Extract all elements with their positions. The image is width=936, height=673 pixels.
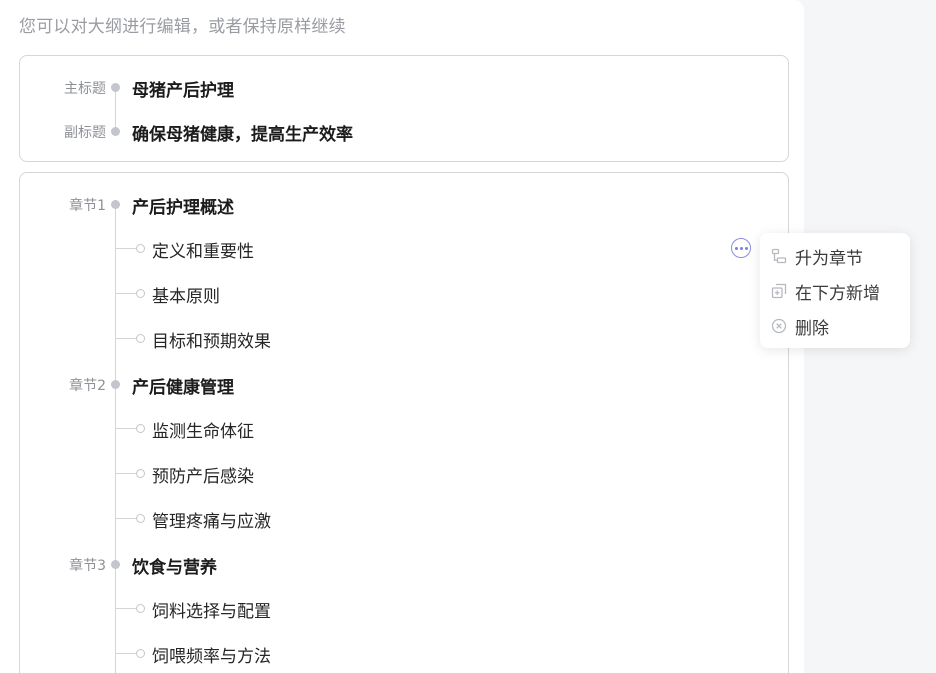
section-title[interactable]: 基本原则: [152, 282, 220, 307]
branch-line: [116, 338, 136, 339]
section-dot: [136, 424, 145, 433]
section-dot: [136, 604, 145, 613]
chapter-title[interactable]: 产后护理概述: [132, 193, 234, 218]
promote-label: 升为章节: [795, 248, 863, 269]
promote-to-chapter-item[interactable]: 升为章节: [770, 241, 863, 271]
main-title-dot: [111, 83, 120, 92]
section-title[interactable]: 监测生命体征: [152, 417, 254, 442]
section-dot: [136, 289, 145, 298]
chapter-dot: [111, 380, 120, 389]
promote-icon: [770, 247, 788, 265]
add-copy-icon: [770, 282, 788, 300]
section-title[interactable]: 管理疼痛与应激: [152, 507, 271, 532]
title-card: 主标题 母猪产后护理 副标题 确保母猪健康，提高生产效率: [19, 55, 789, 162]
section-title[interactable]: 饲喂频率与方法: [152, 642, 271, 667]
branch-line: [116, 653, 136, 654]
branch-line: [116, 518, 136, 519]
edit-hint: 您可以对大纲进行编辑，或者保持原样继续: [19, 17, 346, 37]
sub-title-label: 副标题: [64, 125, 106, 141]
chapter-title[interactable]: 饮食与营养: [132, 553, 217, 578]
section-title[interactable]: 预防产后感染: [152, 462, 254, 487]
branch-line: [116, 248, 136, 249]
section-dot: [136, 514, 145, 523]
branch-line: [116, 473, 136, 474]
section-dot: [136, 649, 145, 658]
section-title[interactable]: 目标和预期效果: [152, 327, 271, 352]
section-title[interactable]: 饲料选择与配置: [152, 597, 271, 622]
title-connector: [115, 88, 116, 132]
outline-card: 章节1 产后护理概述 定义和重要性 基本原则 目标和预期效果 章节2 产后健康管…: [19, 172, 789, 673]
context-menu: 升为章节 在下方新增 删除: [760, 233, 910, 348]
branch-line: [116, 293, 136, 294]
more-options-icon[interactable]: [731, 238, 751, 258]
main-title-text[interactable]: 母猪产后护理: [132, 76, 234, 101]
section-dot: [136, 334, 145, 343]
sub-title-text[interactable]: 确保母猪健康，提高生产效率: [132, 120, 353, 145]
branch-line: [116, 608, 136, 609]
chapter-title[interactable]: 产后健康管理: [132, 373, 234, 398]
branch-line: [116, 428, 136, 429]
chapter-dot: [111, 200, 120, 209]
sub-title-dot: [111, 127, 120, 136]
outline-connector: [115, 203, 116, 673]
delete-item[interactable]: 删除: [770, 311, 829, 341]
chapter-label: 章节1: [69, 198, 106, 214]
add-below-item[interactable]: 在下方新增: [770, 276, 880, 306]
chapter-dot: [111, 560, 120, 569]
delete-circle-icon: [770, 317, 788, 335]
outline-editor-panel: 您可以对大纲进行编辑，或者保持原样继续 主标题 母猪产后护理 副标题 确保母猪健…: [0, 0, 804, 673]
delete-label: 删除: [795, 318, 829, 339]
add-below-label: 在下方新增: [795, 283, 880, 304]
chapter-label: 章节3: [69, 558, 106, 574]
section-title[interactable]: 定义和重要性: [152, 237, 254, 262]
main-title-label: 主标题: [64, 81, 106, 97]
section-dot: [136, 244, 145, 253]
section-dot: [136, 469, 145, 478]
chapter-label: 章节2: [69, 378, 106, 394]
